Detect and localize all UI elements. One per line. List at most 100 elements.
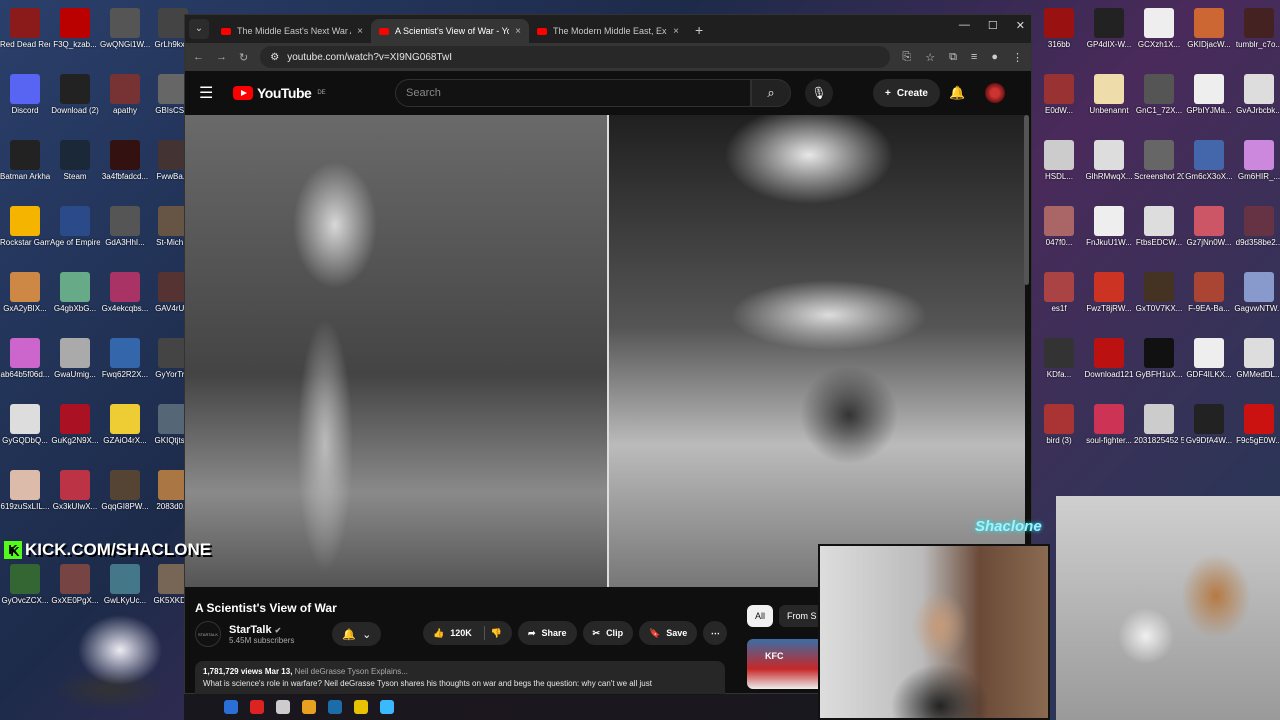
- desktop-icon[interactable]: GagvwNTW...: [1234, 268, 1280, 313]
- new-tab-button[interactable]: +: [687, 22, 711, 43]
- desktop-icon[interactable]: Gv9DfA4W...: [1184, 400, 1234, 445]
- more-actions-icon[interactable]: ⋯: [703, 621, 728, 645]
- browser-profile-icon[interactable]: ●: [991, 51, 998, 64]
- bookmark-star-icon[interactable]: ☆: [925, 51, 935, 64]
- desktop-icon[interactable]: G4gbXbG...: [50, 268, 100, 313]
- desktop-icon[interactable]: F-9EA-Ba...: [1184, 268, 1234, 313]
- desktop-icon[interactable]: GdA3HhI...: [100, 202, 150, 247]
- desktop-icon[interactable]: bird (3): [1034, 400, 1084, 445]
- media-icon[interactable]: ≡: [971, 51, 977, 64]
- desktop-icon[interactable]: Download (2): [50, 70, 100, 115]
- taskbar-app-icon[interactable]: [250, 700, 264, 714]
- extensions-icon[interactable]: ⧉: [949, 51, 957, 64]
- tab-middle-east-next-war[interactable]: The Middle East's Next War Aft... ×: [213, 19, 371, 43]
- desktop-icon[interactable]: Screenshot 2023-06-...: [1134, 136, 1184, 181]
- desktop-icon[interactable]: KDfa...: [1034, 334, 1084, 379]
- search-input[interactable]: Search: [395, 79, 751, 107]
- desktop-icon[interactable]: Fwq62R2X...: [100, 334, 150, 379]
- notifications-bell-icon[interactable]: 🔔: [949, 85, 965, 101]
- desktop-icon[interactable]: Unbenannt: [1084, 70, 1134, 115]
- desktop-icon[interactable]: FnJkuU1W...: [1084, 202, 1134, 247]
- desktop-icon[interactable]: GxA2yBIX...: [0, 268, 50, 313]
- video-description[interactable]: 1,781,729 views Mar 13, Neil deGrasse Ty…: [195, 661, 725, 695]
- url-field[interactable]: ⚙ youtube.com/watch?v=XI9NG068TwI: [260, 46, 891, 68]
- desktop-icon[interactable]: GZAiO4rX...: [100, 400, 150, 445]
- desktop-icon[interactable]: GPbIYJMa...: [1184, 70, 1234, 115]
- taskbar-app-icon[interactable]: [328, 700, 342, 714]
- desktop-icon[interactable]: d9d358be2...: [1234, 202, 1280, 247]
- desktop-icon[interactable]: GxT0V7KX...: [1134, 268, 1184, 313]
- search-button[interactable]: ⌕: [751, 79, 791, 107]
- desktop-icon[interactable]: 2031825452 5: [1134, 400, 1184, 445]
- desktop-icon[interactable]: GvAJrbcbk...: [1234, 70, 1280, 115]
- desktop-icon[interactable]: F9c5gE0W...: [1234, 400, 1280, 445]
- minimize-icon[interactable]: —: [959, 19, 970, 32]
- desktop-icon[interactable]: ab64b5f06d...: [0, 334, 50, 379]
- desktop-icon[interactable]: GCXzh1X...: [1134, 4, 1184, 49]
- desktop-icon[interactable]: 3a4fbfadcd...: [100, 136, 150, 181]
- desktop-icon[interactable]: GKIDjacW...: [1184, 4, 1234, 49]
- desktop-icon[interactable]: GMMedDL...: [1234, 334, 1280, 379]
- tab-close-icon[interactable]: ×: [515, 26, 521, 37]
- desktop-icon[interactable]: Gx3kUIwX...: [50, 466, 100, 511]
- menu-hamburger-icon[interactable]: ☰: [199, 83, 223, 103]
- page-scrollbar[interactable]: [1024, 115, 1029, 285]
- taskbar-app-icon[interactable]: [302, 700, 316, 714]
- desktop-icon[interactable]: FtbsEDCW...: [1134, 202, 1184, 247]
- channel-name[interactable]: StarTalk ✔: [229, 624, 294, 636]
- description-tag[interactable]: Neil deGrasse Tyson Explains...: [295, 667, 408, 676]
- desktop-icon[interactable]: GyOvcZCX...: [0, 560, 50, 605]
- desktop-icon[interactable]: apathy: [100, 70, 150, 115]
- taskbar-app-icon[interactable]: [380, 700, 394, 714]
- desktop-icon[interactable]: GqqGI8PW...: [100, 466, 150, 511]
- desktop-icon[interactable]: soul-fighter...: [1084, 400, 1134, 445]
- desktop-icon[interactable]: Red Dead Redempti...: [0, 4, 50, 49]
- desktop-icon[interactable]: 619zuSxLIL...: [0, 466, 50, 511]
- close-window-icon[interactable]: ✕: [1016, 19, 1025, 32]
- taskbar-app-icon[interactable]: [276, 700, 290, 714]
- site-info-icon[interactable]: ⚙: [270, 52, 279, 63]
- desktop-icon[interactable]: Gz7jNn0W...: [1184, 202, 1234, 247]
- create-button[interactable]: + Create: [873, 79, 940, 107]
- chip-all[interactable]: All: [747, 605, 774, 627]
- desktop-icon[interactable]: Steam: [50, 136, 100, 181]
- desktop-icon[interactable]: Discord: [0, 70, 50, 115]
- like-button[interactable]: 👍 120K 👎: [423, 621, 512, 645]
- clip-button[interactable]: ✂ Clip: [582, 621, 634, 645]
- desktop-icon[interactable]: es1f: [1034, 268, 1084, 313]
- maximize-icon[interactable]: ☐: [988, 19, 998, 32]
- desktop-icon[interactable]: Gm6HIR_...: [1234, 136, 1280, 181]
- desktop-icon[interactable]: Age of Empires...: [50, 202, 100, 247]
- subscribed-notifications-button[interactable]: 🔔 ⌄: [332, 622, 382, 646]
- thumbs-down-icon[interactable]: 👎: [491, 628, 502, 639]
- taskbar-app-icon[interactable]: [224, 700, 238, 714]
- youtube-logo[interactable]: YouTube DE: [233, 85, 326, 101]
- desktop-icon[interactable]: FwzT8jRW...: [1084, 268, 1134, 313]
- related-video-thumbnail[interactable]: KFC: [747, 639, 827, 689]
- desktop-icon[interactable]: GxXE0PgX...: [50, 560, 100, 605]
- desktop-icon[interactable]: GnC1_72X...: [1134, 70, 1184, 115]
- browser-menu-icon[interactable]: ⋮: [1012, 51, 1023, 64]
- save-button[interactable]: 🔖 Save: [639, 621, 698, 645]
- desktop-icon[interactable]: GDF4ILKX...: [1184, 334, 1234, 379]
- forward-icon[interactable]: →: [216, 51, 227, 63]
- desktop-icon[interactable]: Download121: [1084, 334, 1134, 379]
- desktop-icon[interactable]: GlhRMwqX...: [1084, 136, 1134, 181]
- desktop-icon[interactable]: GuKg2N9X...: [50, 400, 100, 445]
- desktop-icon[interactable]: HSDL...: [1034, 136, 1084, 181]
- tab-close-icon[interactable]: ×: [357, 26, 363, 37]
- install-app-icon[interactable]: ⎘: [902, 51, 911, 64]
- desktop-icon[interactable]: GwLKyUc...: [100, 560, 150, 605]
- tab-modern-middle-east[interactable]: The Modern Middle East, Explai... ×: [529, 19, 687, 43]
- desktop-icon[interactable]: tumblr_c7o...: [1234, 4, 1280, 49]
- reload-icon[interactable]: ↻: [239, 51, 248, 64]
- desktop-icon[interactable]: F3Q_kzab...: [50, 4, 100, 49]
- desktop-icon[interactable]: 047f0...: [1034, 202, 1084, 247]
- desktop-icon[interactable]: E0dW...: [1034, 70, 1084, 115]
- desktop-icon[interactable]: Rockstar Games ...: [0, 202, 50, 247]
- desktop-icon[interactable]: GwQNGi1W...: [100, 4, 150, 49]
- video-player[interactable]: [185, 115, 1025, 587]
- share-button[interactable]: ➦ Share: [517, 621, 577, 645]
- tab-close-icon[interactable]: ×: [673, 26, 679, 37]
- desktop-icon[interactable]: Gm6cX3oX...: [1184, 136, 1234, 181]
